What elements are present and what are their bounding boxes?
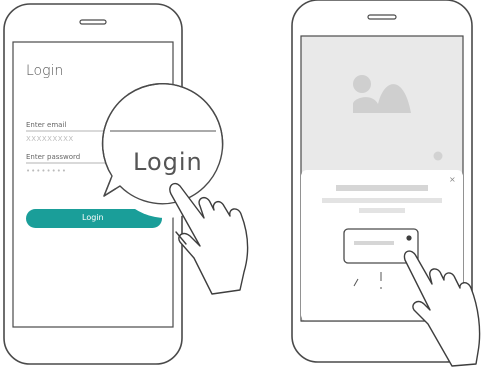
illustration: Login Enter email XXXXXXXXX Enter passwo… xyxy=(0,0,497,368)
popup-text-bar-2 xyxy=(322,198,442,203)
image-placeholder-sun xyxy=(353,75,371,93)
password-label: Enter password xyxy=(26,153,81,161)
login-title: Login xyxy=(26,63,64,79)
login-button-label: Login xyxy=(82,213,104,222)
right-phone-speaker xyxy=(367,14,397,20)
popup-text-bar-3 xyxy=(359,208,405,213)
password-field[interactable]: •••••••• xyxy=(26,168,67,175)
popup-action-card-dot xyxy=(406,235,412,241)
screen-dot xyxy=(433,151,443,161)
popup-text-bar-1 xyxy=(336,185,428,191)
email-label: Enter email xyxy=(26,121,67,129)
email-field[interactable]: XXXXXXXXX xyxy=(26,136,74,143)
popup-action-card-line xyxy=(354,241,394,245)
close-icon[interactable]: × xyxy=(449,176,456,184)
left-phone-speaker xyxy=(79,19,107,25)
illustration-svg xyxy=(3,0,481,367)
zoom-login-label: Login xyxy=(133,148,203,176)
